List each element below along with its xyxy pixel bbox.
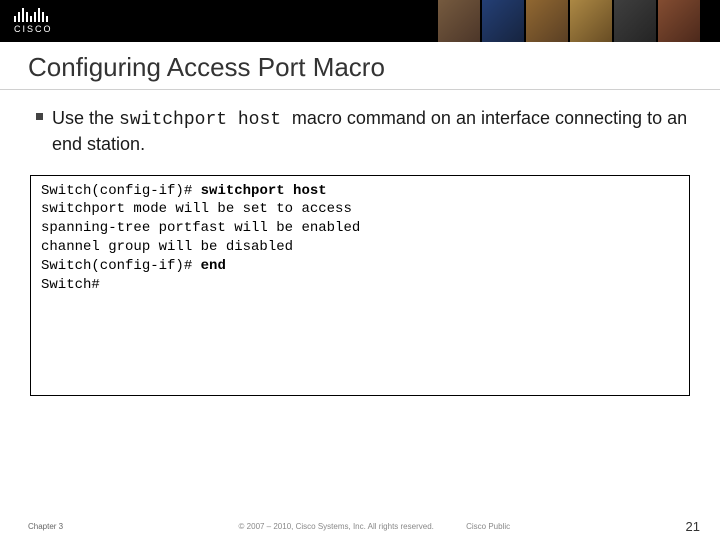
code-line-4: channel group will be disabled <box>41 238 679 257</box>
code-prompt: Switch(config-if)# <box>41 258 201 274</box>
code-line-6: Switch# <box>41 276 679 295</box>
title-block: Configuring Access Port Macro <box>0 42 720 90</box>
footer-chapter: Chapter 3 <box>28 522 63 531</box>
footer-page-number: 21 <box>686 519 700 534</box>
cisco-logo: CISCO <box>0 8 53 34</box>
header-photo-strip <box>438 0 700 42</box>
header-bar: CISCO <box>0 0 720 42</box>
bullet-command: switchport host <box>119 110 292 130</box>
code-prompt: Switch(config-if)# <box>41 183 201 199</box>
bullet-pre: Use the <box>52 108 119 128</box>
footer: Chapter 3 © 2007 – 2010, Cisco Systems, … <box>0 519 720 534</box>
footer-copyright: © 2007 – 2010, Cisco Systems, Inc. All r… <box>239 522 434 531</box>
code-line-3: spanning-tree portfast will be enabled <box>41 219 679 238</box>
code-box: Switch(config-if)# switchport host switc… <box>30 175 690 396</box>
code-command: end <box>201 258 226 274</box>
code-line-2: switchport mode will be set to access <box>41 200 679 219</box>
cisco-logo-icon <box>14 8 53 22</box>
cisco-logo-text: CISCO <box>14 24 53 34</box>
footer-classification: Cisco Public <box>466 522 510 531</box>
bullet-text: Use the switchport host macro command on… <box>36 106 690 157</box>
code-command: switchport host <box>201 183 327 199</box>
code-line-1: Switch(config-if)# switchport host <box>41 182 679 201</box>
content-area: Use the switchport host macro command on… <box>0 90 720 157</box>
footer-middle: © 2007 – 2010, Cisco Systems, Inc. All r… <box>63 522 685 531</box>
slide-title: Configuring Access Port Macro <box>28 52 696 83</box>
code-line-5: Switch(config-if)# end <box>41 257 679 276</box>
